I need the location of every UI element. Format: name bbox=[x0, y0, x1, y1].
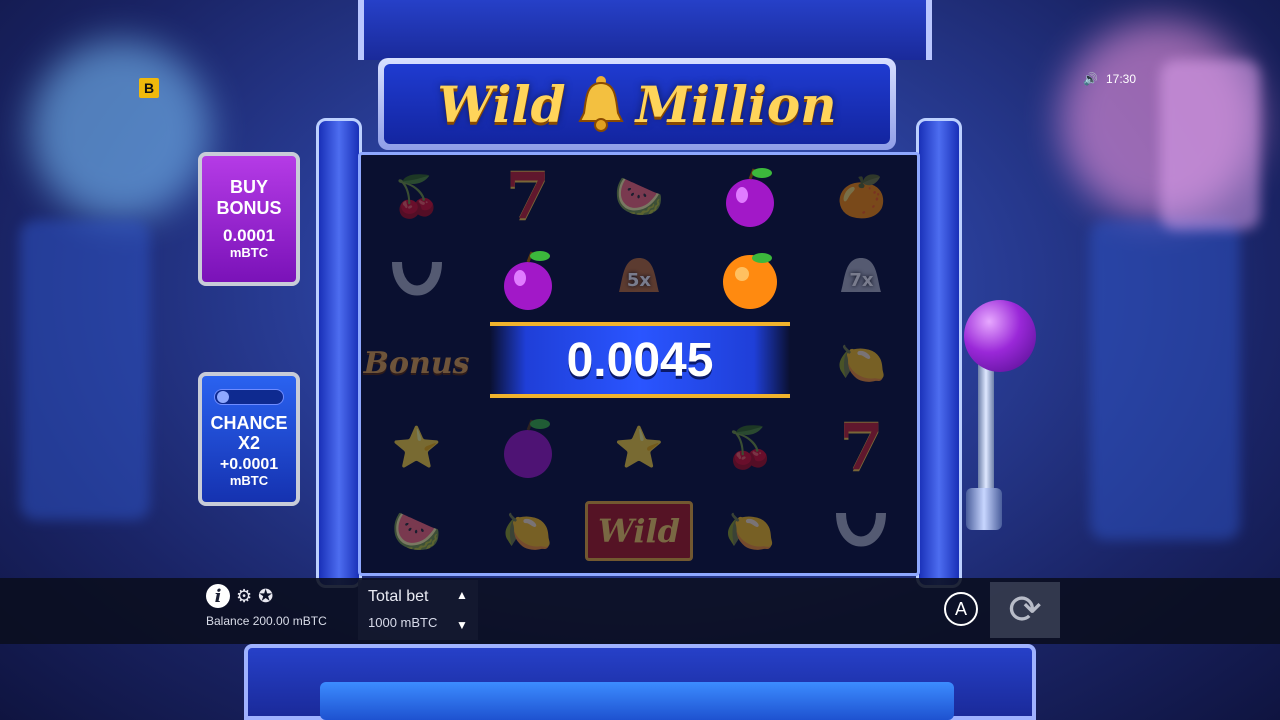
chance-line2: X2 bbox=[237, 433, 261, 454]
symbol-plum bbox=[472, 239, 583, 323]
symbol-lemon: 🍋 bbox=[725, 508, 776, 555]
balance-text: Balance 200.00 mBTC bbox=[206, 614, 327, 628]
lever-base bbox=[966, 488, 1002, 530]
symbol-bell-multiplier: 5x bbox=[583, 239, 694, 323]
cabinet-right-side bbox=[916, 118, 962, 588]
top-right-status: 🔊 17:30 bbox=[1083, 72, 1136, 86]
chance-line1: CHANCE bbox=[210, 412, 288, 433]
win-amount-banner: 0.0045 bbox=[490, 322, 790, 398]
bet-decrease-arrow-icon[interactable]: ▼ bbox=[456, 618, 468, 632]
total-bet-panel: Total bet 1000 mBTC ▲ ▼ bbox=[358, 580, 478, 640]
symbol-wild: Wild bbox=[583, 489, 694, 573]
symbol-lemon: 🍋 bbox=[836, 341, 887, 388]
symbol-plum bbox=[695, 155, 806, 239]
bottom-control-bar bbox=[0, 578, 1280, 644]
symbol-seven: 7 bbox=[505, 159, 551, 235]
symbol-star: ⭐ bbox=[391, 425, 442, 472]
symbol-plum bbox=[472, 406, 583, 490]
symbol-horseshoe bbox=[361, 239, 472, 323]
bet-increase-arrow-icon[interactable]: ▲ bbox=[456, 588, 468, 602]
chance-unit: mBTC bbox=[229, 473, 269, 489]
buy-bonus-price: 0.0001 bbox=[223, 226, 275, 246]
buy-bonus-button[interactable]: BUY BONUS 0.0001 mBTC bbox=[198, 152, 300, 286]
toggle-knob bbox=[217, 390, 229, 403]
symbol-watermelon: 🍉 bbox=[614, 174, 664, 221]
fairness-badge-icon[interactable]: ✪ bbox=[258, 586, 273, 607]
symbol-horseshoe bbox=[806, 489, 917, 573]
total-bet-label: Total bet bbox=[368, 588, 429, 605]
chance-price: +0.0001 bbox=[219, 456, 279, 474]
cabinet-top bbox=[358, 0, 932, 60]
clock: 17:30 bbox=[1105, 72, 1136, 86]
sound-icon[interactable]: 🔊 bbox=[1083, 72, 1098, 86]
buy-bonus-line1: BUY bbox=[229, 177, 268, 198]
chance-toggle[interactable] bbox=[214, 388, 284, 405]
total-bet-value: 1000 mBTC bbox=[368, 615, 438, 630]
settings-gear-icon[interactable]: ⚙ bbox=[236, 586, 252, 607]
spin-arrows-icon: ⟳ bbox=[1008, 587, 1042, 633]
bg-slot-machine bbox=[1160, 60, 1260, 230]
title-word-right: Million bbox=[635, 74, 837, 134]
bell-icon bbox=[577, 76, 624, 132]
symbol-orange: 🍊 bbox=[836, 174, 887, 221]
cabinet-bottom-panel bbox=[320, 682, 954, 720]
symbol-orange bbox=[695, 239, 806, 323]
symbol-bonus: Bonus bbox=[363, 346, 470, 382]
symbol-cherry: 🍒 bbox=[391, 174, 442, 221]
title-word-left: Wild bbox=[437, 74, 566, 134]
buy-bonus-unit: mBTC bbox=[229, 244, 269, 260]
symbol-star: ⭐ bbox=[614, 425, 664, 472]
symbol-lemon: 🍋 bbox=[502, 508, 553, 555]
lever-handle[interactable] bbox=[964, 300, 1036, 372]
buy-bonus-line2: BONUS bbox=[216, 197, 282, 218]
autoplay-button[interactable]: A bbox=[944, 592, 978, 626]
brand-logo: B bbox=[139, 78, 159, 98]
bg-slot-machine bbox=[20, 220, 150, 520]
symbol-seven: 7 bbox=[839, 410, 884, 486]
spin-button[interactable]: ⟳ bbox=[990, 582, 1060, 638]
symbol-watermelon: 🍉 bbox=[391, 508, 442, 555]
info-group: i ⚙ ✪ Balance 200.00 mBTC bbox=[206, 584, 327, 628]
info-icon[interactable]: i bbox=[206, 584, 230, 608]
symbol-cherry: 🍒 bbox=[725, 425, 776, 472]
cabinet-left-side bbox=[316, 118, 362, 588]
bg-slot-machine bbox=[1090, 220, 1240, 540]
lever-rod bbox=[978, 352, 994, 502]
game-title-bar: Wild Million bbox=[378, 58, 896, 150]
symbol-bell-multiplier: 7x bbox=[806, 239, 917, 323]
bg-light bbox=[30, 40, 210, 220]
chance-x2-button[interactable]: CHANCE X2 +0.0001 mBTC bbox=[198, 372, 300, 506]
